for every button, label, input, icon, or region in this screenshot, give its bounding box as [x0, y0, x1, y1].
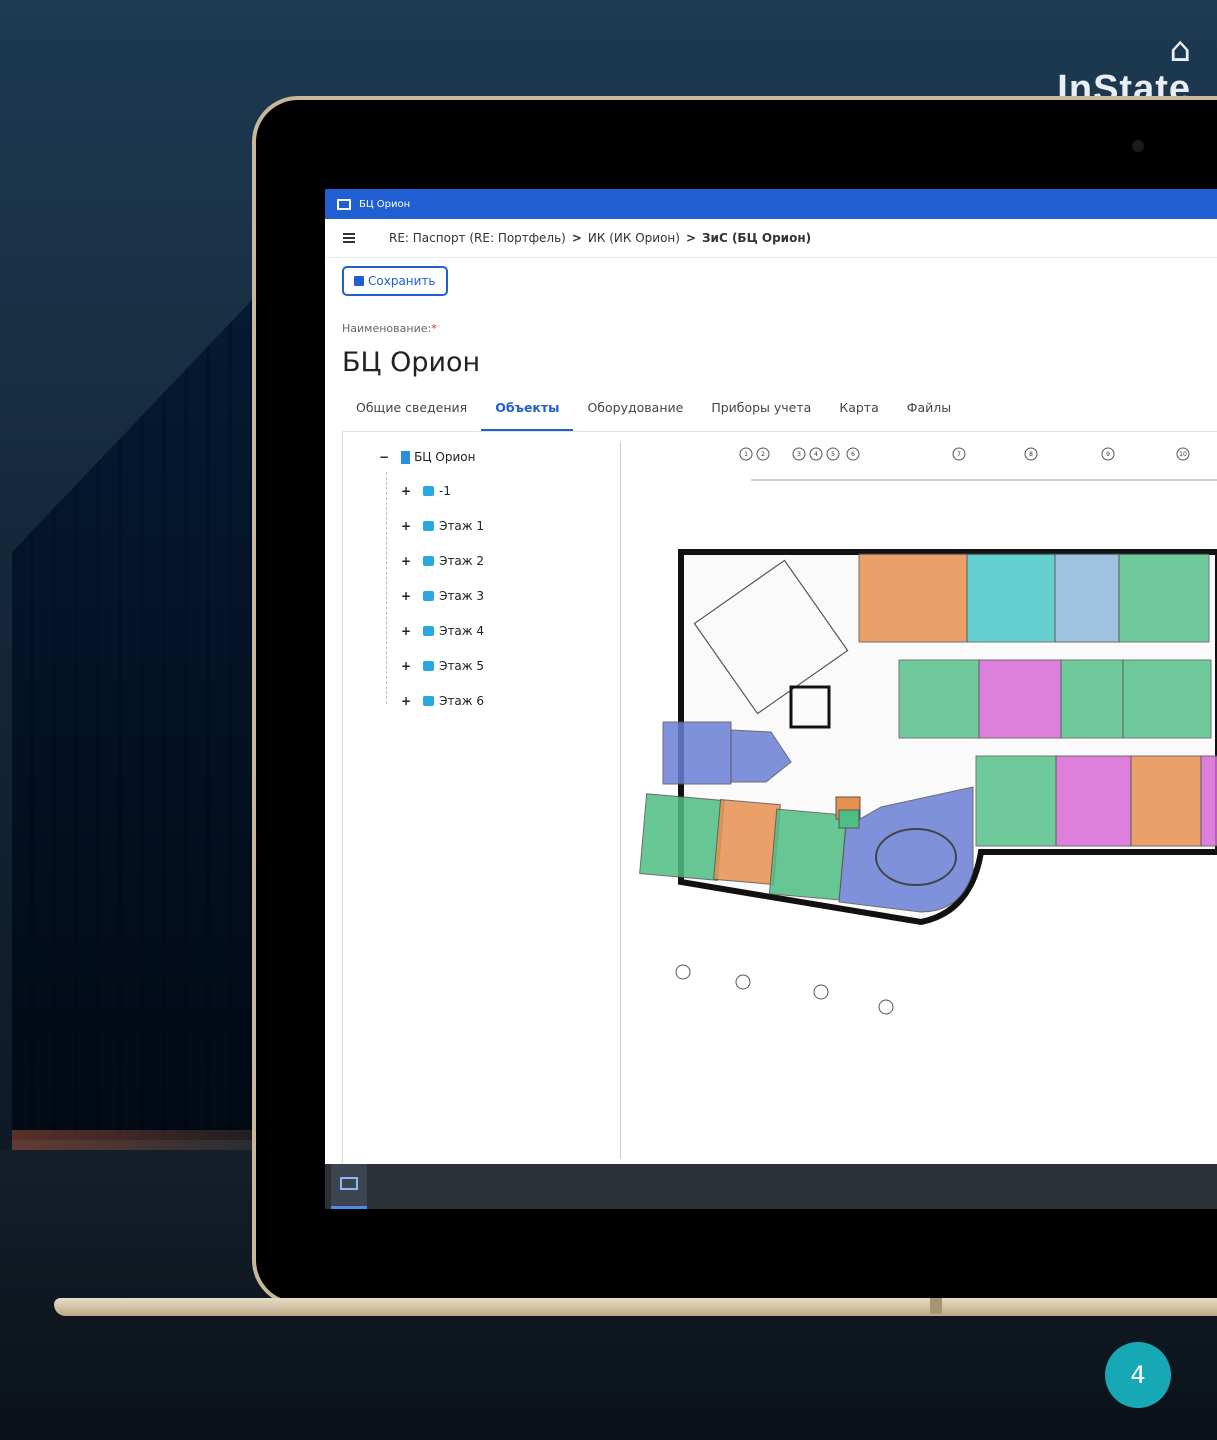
breadcrumb-item[interactable]: RE: Паспорт (RE: Портфель): [389, 231, 566, 245]
tab-map[interactable]: Карта: [825, 391, 892, 431]
collapse-icon[interactable]: −: [379, 450, 389, 464]
taskbar: [325, 1164, 1217, 1209]
tab-meters[interactable]: Приборы учета: [697, 391, 825, 431]
expand-icon[interactable]: +: [401, 554, 411, 568]
expand-icon[interactable]: +: [401, 484, 411, 498]
object-tree: − БЦ Орион + -1 + Этаж 1 + Этаж 2 + Этаж 3 +…: [342, 432, 621, 1164]
breadcrumb-separator: >: [685, 231, 697, 245]
save-button-label: Сохранить: [368, 274, 436, 288]
layers-icon: [423, 696, 435, 706]
axis-label: 1: [744, 451, 748, 458]
laptop-camera: [1132, 140, 1144, 152]
app-title: БЦ Орион: [359, 198, 411, 210]
tree-item[interactable]: + Этаж 2: [401, 554, 484, 568]
axis-label: 2: [761, 451, 765, 458]
page-number-badge: 4: [1105, 1342, 1171, 1408]
tree-item-label: Этаж 2: [439, 554, 485, 568]
expand-icon[interactable]: +: [401, 519, 411, 533]
laptop-base: [54, 1298, 1217, 1316]
breadcrumb-separator: >: [571, 231, 582, 245]
building-icon: [401, 450, 411, 464]
floor-plan-viewer[interactable]: 1 2 3 4 5 6 7 8 9 10: [620, 442, 1217, 1159]
tree-root-label: БЦ Орион: [414, 450, 476, 464]
menu-icon[interactable]: [343, 231, 355, 245]
page-title[interactable]: БЦ Орион: [342, 347, 480, 378]
tree-item-label: -1: [439, 484, 452, 498]
app-titlebar: БЦ Орион: [325, 189, 1217, 219]
tab-equipment[interactable]: Оборудование: [573, 391, 697, 431]
axis-label: 10: [1179, 451, 1187, 458]
tree-item-label: Этаж 6: [439, 694, 485, 708]
tree-item-label: Этаж 5: [439, 659, 485, 673]
tree-item[interactable]: + Этаж 6: [401, 694, 484, 708]
breadcrumb-current: ЗиС (БЦ Орион): [702, 231, 812, 245]
tree-item-label: Этаж 3: [439, 589, 485, 603]
taskbar-app-button[interactable]: [331, 1164, 367, 1209]
tab-general[interactable]: Общие сведения: [342, 391, 481, 431]
axis-label: 8: [1029, 451, 1033, 458]
required-mark: *: [431, 322, 437, 335]
expand-icon[interactable]: +: [401, 624, 411, 638]
tree-root[interactable]: − БЦ Орион: [379, 450, 475, 464]
layers-icon: [423, 486, 435, 496]
expand-icon[interactable]: +: [401, 659, 411, 673]
tree-item-label: Этаж 4: [439, 624, 485, 638]
tree-item[interactable]: + Этаж 1: [401, 519, 484, 533]
tab-bar: Общие сведения Объекты Оборудование Приб…: [342, 391, 1217, 432]
tree-guide-line: [386, 472, 388, 704]
layers-icon: [423, 521, 435, 531]
building-logo-icon: ⌂: [1169, 30, 1191, 70]
tree-item[interactable]: + Этаж 3: [401, 589, 484, 603]
expand-icon[interactable]: +: [401, 589, 411, 603]
tree-item[interactable]: + Этаж 4: [401, 624, 484, 638]
axis-label: 7: [957, 451, 961, 458]
layers-icon: [423, 626, 435, 636]
axis-label: 4: [814, 451, 818, 458]
breadcrumb-item[interactable]: ИК (ИК Орион): [588, 231, 680, 245]
laptop-hinge: [930, 1298, 942, 1314]
save-button[interactable]: Сохранить: [342, 266, 448, 296]
axis-label: 5: [831, 451, 835, 458]
tree-item-label: Этаж 1: [439, 519, 485, 533]
layers-icon: [423, 661, 435, 671]
breadcrumb: RE: Паспорт (RE: Портфель) > ИК (ИК Орио…: [325, 219, 1217, 258]
monitor-icon: [340, 1177, 358, 1190]
tree-item[interactable]: + Этаж 5: [401, 659, 484, 673]
floor-plan[interactable]: 1 2 3 4 5 6 7 8 9 10: [621, 442, 1217, 1159]
layers-icon: [423, 591, 435, 601]
expand-icon[interactable]: +: [401, 694, 411, 708]
axis-label: 9: [1106, 451, 1110, 458]
axis-label: 3: [797, 451, 801, 458]
app-window: БЦ Орион RE: Паспорт (RE: Портфель) > ИК…: [325, 189, 1217, 1209]
layers-icon: [423, 556, 435, 566]
monitor-icon: [337, 198, 351, 210]
tree-item[interactable]: + -1: [401, 484, 451, 498]
axis-label: 6: [851, 451, 855, 458]
floppy-icon: [354, 276, 364, 286]
tab-files[interactable]: Файлы: [893, 391, 965, 431]
name-field-label: Наименование:*: [342, 322, 437, 335]
tab-objects[interactable]: Объекты: [481, 391, 574, 431]
name-label-text: Наименование:: [342, 322, 432, 335]
